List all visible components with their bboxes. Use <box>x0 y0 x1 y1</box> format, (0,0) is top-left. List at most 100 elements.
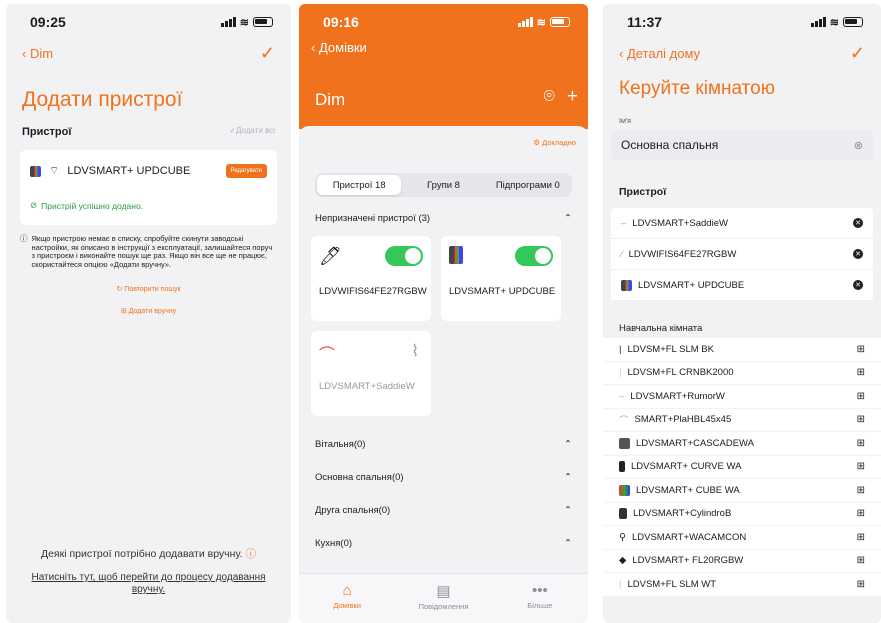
remove-icon[interactable]: ✕ <box>853 218 863 228</box>
list-item[interactable]: ◆ LDVSMART+ FL20RGBW ⊞ <box>603 549 881 573</box>
list-item[interactable]: LDVSMART+ CUBE WA ⊞ <box>603 479 881 503</box>
battery-icon <box>550 17 570 27</box>
add-icon[interactable]: ⊞ <box>857 461 865 472</box>
nav-bar: ‹ Dim ✓ <box>6 40 291 66</box>
room-row[interactable]: Вітальня(0) ⌃ <box>299 428 588 461</box>
room-row[interactable]: Основна спальня(0) ⌃ <box>299 461 588 494</box>
confirm-check-icon[interactable]: ✓ <box>850 43 865 64</box>
power-toggle[interactable] <box>385 246 423 266</box>
list-item[interactable]: | LDVSM+FL SLM BK ⊞ <box>603 338 881 362</box>
lamp-icon: ⌒ <box>319 347 336 364</box>
add-icon[interactable]: + <box>567 86 578 108</box>
tab-notifications[interactable]: ▤ Повідомлення <box>395 574 491 623</box>
add-manually-button[interactable]: ⊞ Додати вручну <box>6 307 291 315</box>
room-row[interactable]: Друга спальня(0) ⌃ <box>299 494 588 527</box>
more-icon: ••• <box>531 582 548 599</box>
list-item: LDVSMART+ UPDCUBE ✕ <box>611 270 873 301</box>
room-row[interactable]: Кухня(0) ⌃ <box>299 527 588 560</box>
room-devices-list: – LDVSMART+SaddieW ✕ ∕ LDVWIFIS64FE27RGBW ✕ … <box>611 208 873 301</box>
panel-icon: ⌒ <box>619 415 629 427</box>
home-content: ⚙ Докладно Пристрої 18 Групи 8 Підпрогра… <box>299 126 588 623</box>
add-icon[interactable]: ⊞ <box>857 532 865 543</box>
remove-icon[interactable]: ✕ <box>853 249 863 259</box>
info-message: ⓘ Якщо пристрою немає в списку, спробуйте… <box>20 234 273 269</box>
device-card[interactable]: LDVSMART+ UPDCUBE <box>441 236 561 321</box>
status-icons: ≋ <box>220 16 273 29</box>
home-screen: 09:16 ≋ ‹ Домівки Dim ⌾ + ⚙ Докладно Прис… <box>299 4 588 623</box>
list-item[interactable]: ⚲ LDVSMART+WACAMCON ⊞ <box>603 526 881 550</box>
chevron-up-icon: ⌃ <box>564 472 572 483</box>
add-icon[interactable]: ⊞ <box>857 485 865 496</box>
back-button[interactable]: ‹ Деталі дому <box>619 46 700 61</box>
tab-bar: ⌂ Домівки ▤ Повідомлення ••• Більше <box>299 573 588 623</box>
tab-more[interactable]: ••• Більше <box>492 574 588 623</box>
tab-routines[interactable]: Підпрограми 0 <box>486 175 570 195</box>
manual-note: Деякі пристрої потрібно додавати вручну.… <box>40 548 256 560</box>
list-item[interactable]: – LDVSMART+RumorW ⊞ <box>603 385 881 409</box>
back-button[interactable]: ‹ Домівки <box>299 40 588 60</box>
manage-room-screen: 11:37 ≋ ‹ Деталі дому ✓ Керуйте кімнатою… <box>603 4 881 623</box>
signal-icon <box>810 17 826 27</box>
list-item[interactable]: ⌒ SMART+PlaHBL45x45 ⊞ <box>603 408 881 432</box>
room-name-field[interactable]: Основна спальня ⊗ <box>611 130 873 160</box>
add-all-button[interactable]: ✓Додати всі <box>229 126 275 138</box>
info-icon: ⓘ <box>20 234 28 243</box>
home-icon: ⌂ <box>342 582 352 599</box>
add-icon[interactable]: ⊞ <box>857 508 865 519</box>
unassigned-header[interactable]: Непризначені пристрої (3) ⌃ <box>299 213 588 224</box>
add-icon[interactable]: ⊞ <box>857 438 865 449</box>
signal-icon <box>517 17 533 27</box>
wifi-icon: ≋ <box>536 16 546 29</box>
add-icon[interactable]: ⊞ <box>857 555 865 566</box>
list-item[interactable]: | LDVSM+FL SLM WT ⊞ <box>603 573 881 597</box>
device-card[interactable]: 🖊 LDVWIFIS64FE27RGBW <box>311 236 431 321</box>
add-icon[interactable]: ⊞ <box>857 579 865 590</box>
list-item: ∕ LDVWIFIS64FE27RGBW ✕ <box>611 239 873 270</box>
wifi-icon: ≋ <box>239 16 249 29</box>
lamp-icon: | <box>619 578 622 590</box>
section-title: Пристрої <box>22 126 72 138</box>
retry-search-button[interactable]: ↻ Повторити пошук <box>6 285 291 293</box>
details-link[interactable]: ⚙ Докладно <box>299 126 588 147</box>
location-icon[interactable]: ⌾ <box>543 86 554 108</box>
home-title: Dim <box>315 90 346 109</box>
list-item[interactable]: LDVSMART+ CURVE WA ⊞ <box>603 455 881 479</box>
add-icon[interactable]: ⊞ <box>857 367 865 378</box>
status-time: 11:37 <box>627 14 663 30</box>
segmented-tabs: Пристрої 18 Групи 8 Підпрограми 0 <box>315 173 572 197</box>
remove-icon[interactable]: ✕ <box>853 280 863 290</box>
device-card-offline[interactable]: ⌒ ⌇ LDVSMART+SaddieW <box>311 331 431 416</box>
gear-icon: ⚙ <box>533 138 540 147</box>
device-grid: 🖊 LDVWIFIS64FE27RGBW LDVSMART+ UPDCUBE ⌒… <box>299 236 588 416</box>
manual-process-link[interactable]: Натисніть тут, щоб перейти до процесу до… <box>6 572 291 596</box>
power-toggle[interactable] <box>515 246 553 266</box>
wifi-icon: ≋ <box>829 16 839 29</box>
confirm-check-icon[interactable]: ✓ <box>260 43 275 64</box>
tab-homes[interactable]: ⌂ Домівки <box>299 574 395 623</box>
devices-title: Пристрої <box>619 186 667 198</box>
battery-icon <box>843 17 863 27</box>
list-item[interactable]: LDVSMART+CylindroB ⊞ <box>603 502 881 526</box>
list-item[interactable]: LDVSMART+CASCADEWA ⊞ <box>603 432 881 456</box>
nav-bar: ‹ Деталі дому ✓ <box>603 40 881 66</box>
add-icon[interactable]: ⊞ <box>857 414 865 425</box>
tab-groups[interactable]: Групи 8 <box>401 175 485 195</box>
list-item[interactable]: | LDVSM+FL CRNBK2000 ⊞ <box>603 361 881 385</box>
chevron-up-icon: ⌃ <box>564 538 572 549</box>
add-icon[interactable]: ⊞ <box>857 391 865 402</box>
wifi-icon: ⌔ <box>49 165 60 177</box>
back-button[interactable]: ‹ Dim <box>22 46 53 61</box>
device-thumbnail <box>619 508 627 520</box>
clear-icon[interactable]: ⊗ <box>854 139 863 152</box>
message-icon: ▤ <box>436 583 451 600</box>
chevron-up-icon: ⌃ <box>564 439 572 450</box>
status-time: 09:25 <box>30 14 66 30</box>
available-devices-list: | LDVSM+FL SLM BK ⊞ | LDVSM+FL CRNBK2000 ⊞ –… <box>603 338 881 597</box>
success-message: ⊘ Пристрій успішно додано. <box>30 200 144 211</box>
device-name: LDVSMART+ UPDCUBE <box>67 165 191 177</box>
edit-button[interactable]: Редагувати <box>225 164 267 178</box>
page-title: Додати пристрої <box>22 88 183 111</box>
add-icon[interactable]: ⊞ <box>857 344 865 355</box>
bulb-icon: ∕ <box>621 248 623 260</box>
tab-devices[interactable]: Пристрої 18 <box>317 175 402 195</box>
